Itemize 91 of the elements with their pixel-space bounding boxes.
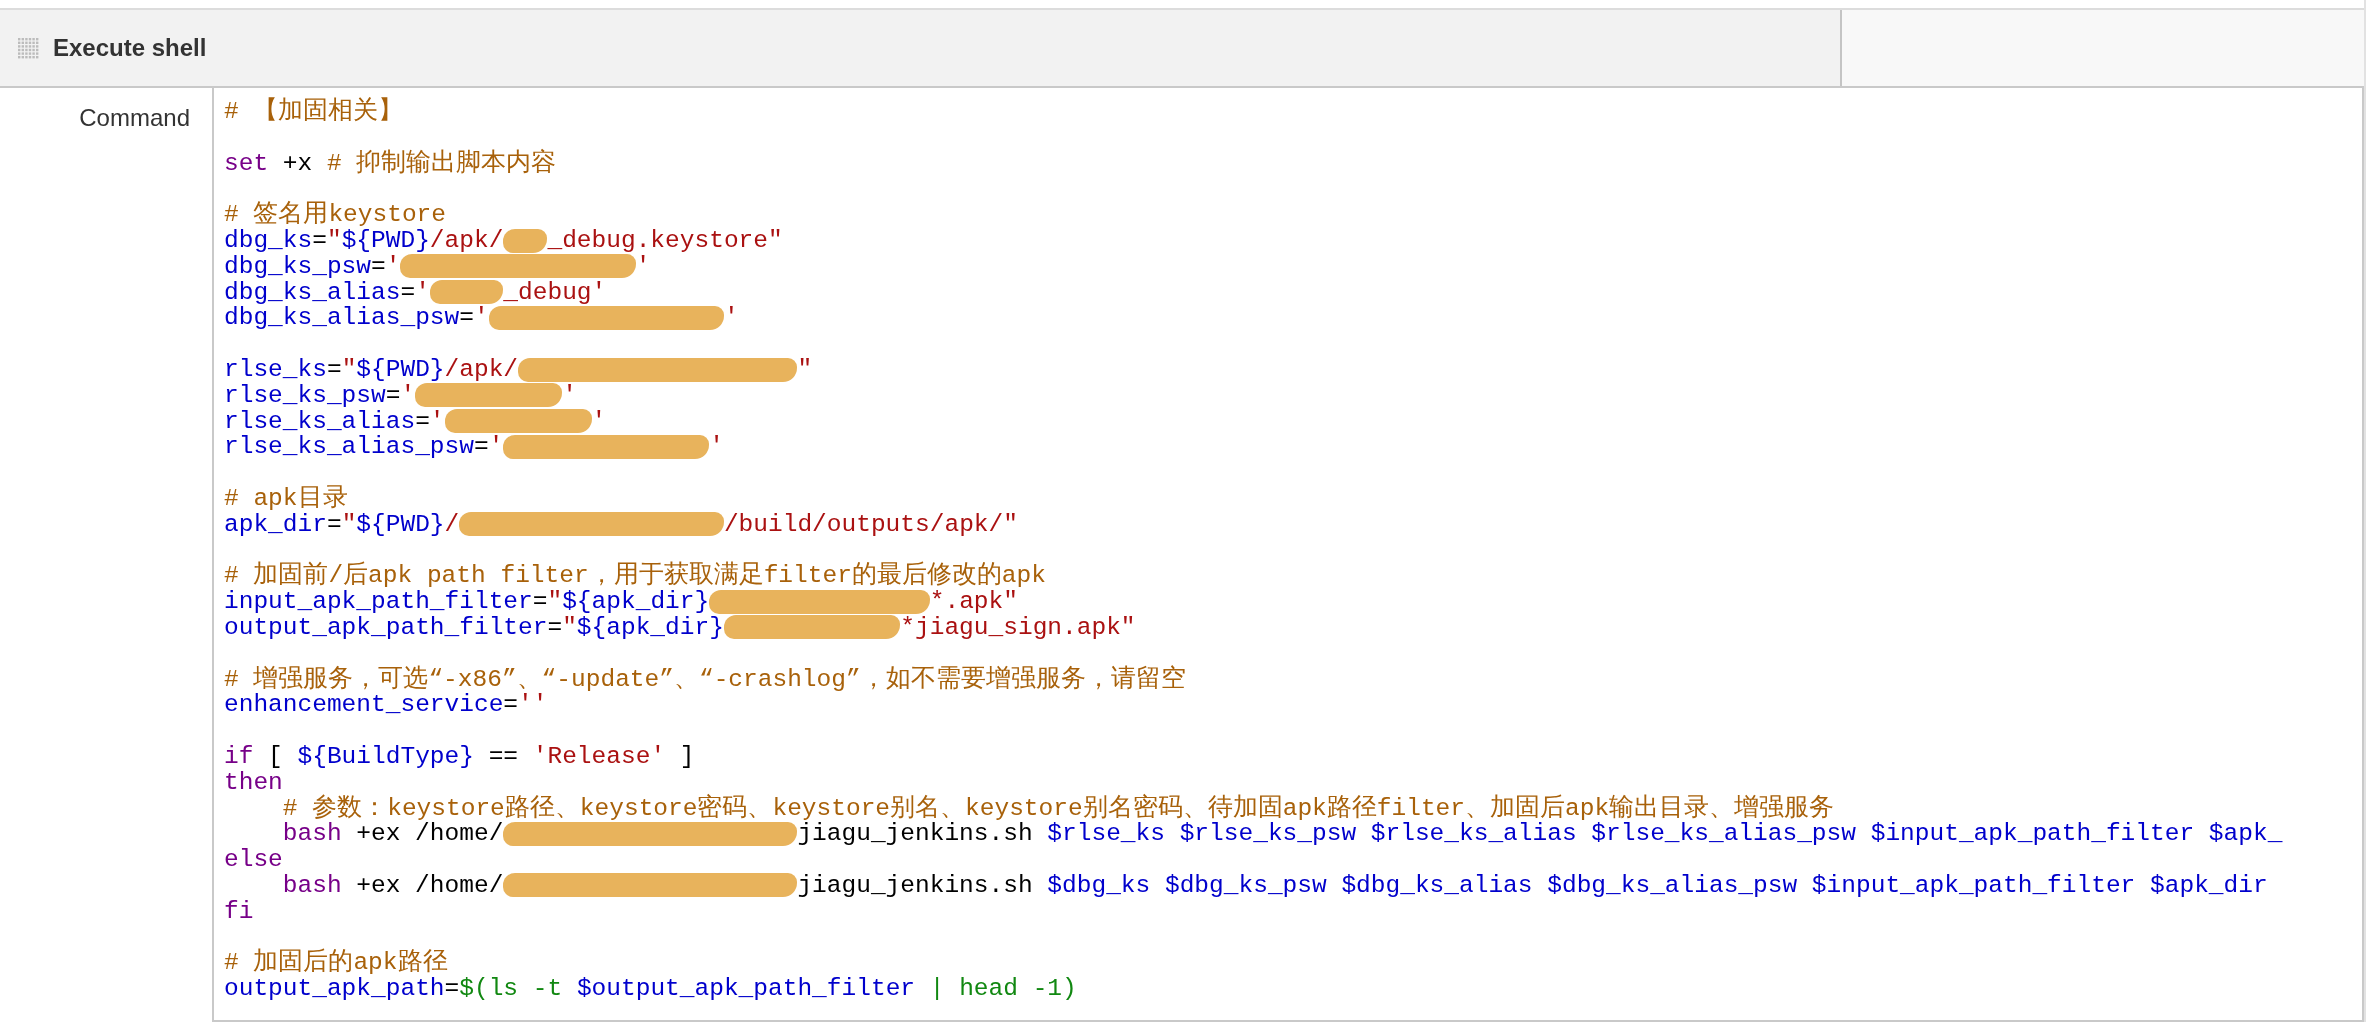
code-text: " <box>326 227 342 254</box>
code-text: 'Release' <box>532 742 666 770</box>
code-text: / <box>444 510 460 538</box>
code-text: $output_apk_path_filter <box>576 975 916 1003</box>
code-text: +x <box>281 149 314 177</box>
code-text: output_apk_path_filter <box>224 613 548 641</box>
code-text: dbg_ks <box>224 227 313 254</box>
command-field[interactable] <box>212 88 2364 1022</box>
code-text: " <box>797 355 813 383</box>
code-text: else <box>224 846 283 874</box>
code-text: " <box>341 510 357 538</box>
code-text: ' <box>415 278 430 306</box>
code-text: ' <box>562 381 577 409</box>
code-text: output_apk_path <box>224 975 445 1003</box>
code-text: ${apk_dir} <box>562 588 710 616</box>
code-text: ' <box>385 252 401 280</box>
code-text: # 加固前/后apk path filter，用于获取满足filter的最后修改的apk <box>224 562 1046 590</box>
code-text: rlse_ks_alias_psw <box>224 433 474 461</box>
code-text: ${BuildType} <box>297 742 474 770</box>
code-text: # 参数：keystore路径、keystore密码、keystore别名、keystore别名密码、待加固apk路径filter、加固后apk输出目录、增强服务 <box>282 794 1835 822</box>
code-text: +ex /home/ <box>355 871 504 899</box>
code-text: input_apk_path_filter <box>224 588 533 616</box>
code-text: # 加固后的apk路径 <box>224 949 448 977</box>
field-label: Command <box>78 103 191 132</box>
code-text: ] <box>678 742 695 770</box>
code-text: +ex /home/ <box>355 820 504 848</box>
code-text: if <box>224 742 254 770</box>
code-text: then <box>224 768 283 796</box>
code-text: # 【加固相关】 <box>224 98 404 125</box>
drag-handle-icon[interactable] <box>18 37 39 59</box>
code-text: dbg_ks_psw <box>224 252 372 280</box>
code-text: = <box>473 433 489 461</box>
code-text: = <box>371 252 386 280</box>
code-text: # 增强服务，可选“-x86”、“-update”、“-crashlog”，如不需要增强服务，请留空 <box>224 665 1186 693</box>
code-text: == <box>487 742 520 770</box>
code-text: $rlse_ks $rlse_ks_psw $rlse_ks_alias $rlse_ks_alias_psw $input_apk_path_filter $apk_ <box>1047 820 2283 848</box>
code-text: # 签名用keystore <box>224 201 447 229</box>
code-text: = <box>400 278 416 306</box>
code-text: *.apk" <box>929 588 1018 616</box>
code-text: ' <box>473 304 489 332</box>
code-text: ${apk_dir} <box>576 613 724 641</box>
code-text: = <box>459 304 474 332</box>
code-text: = <box>326 510 342 538</box>
code-text: bash <box>282 820 342 848</box>
code-text: ' <box>488 433 504 461</box>
code-text: /apk/ <box>429 227 504 254</box>
code-text: ' <box>723 304 739 332</box>
code-text: apk_dir <box>224 510 327 538</box>
code-text: ${PWD} <box>341 227 430 254</box>
code-text: " <box>547 588 563 616</box>
code-text: = <box>532 588 548 616</box>
code-text: = <box>547 613 563 641</box>
code-text: enhancement_service <box>224 691 504 719</box>
code-text: " <box>341 355 357 383</box>
code-text: | head -1) <box>928 975 1077 1003</box>
code-text: $dbg_ks $dbg_ks_psw $dbg_ks_alias $dbg_ks_alias_psw $input_apk_path_filter $apk_dir <box>1047 871 2268 899</box>
code-text: = <box>385 381 401 409</box>
code-text: = <box>312 227 327 254</box>
code-text: *jiagu_sign.apk" <box>900 613 1136 641</box>
code-text: = <box>326 355 342 383</box>
code-text: /build/outputs/apk/" <box>723 510 1018 538</box>
code-text: [ <box>267 742 284 770</box>
code-text: ' <box>591 407 607 435</box>
code-text: fi <box>224 897 254 925</box>
code-text: '' <box>518 691 548 719</box>
code-text: rlse_ks <box>224 355 327 383</box>
code-text: ' <box>635 252 651 280</box>
code-text: bash <box>282 871 342 899</box>
code-text: ' <box>429 407 445 435</box>
code-text: = <box>415 407 430 435</box>
code-text: ' <box>400 381 416 409</box>
code-text: = <box>444 975 460 1003</box>
code-text: dbg_ks_alias <box>224 278 401 306</box>
code-text: jiagu_jenkins.sh <box>797 871 1034 899</box>
code-text: _debug' <box>503 278 607 306</box>
code-text: rlse_ks_psw <box>224 381 386 409</box>
code-text: /apk/ <box>444 355 519 383</box>
code-text: # 抑制输出脚本内容 <box>326 149 557 177</box>
code-text: ${PWD} <box>356 355 445 383</box>
code-text: $(ls -t <box>459 975 564 1003</box>
code-text: dbg_ks_alias_psw <box>224 304 460 332</box>
code-text: ' <box>709 433 724 461</box>
section-title: Execute shell <box>53 34 207 62</box>
code-text: set <box>224 149 269 177</box>
code-text: jiagu_jenkins.sh <box>797 820 1034 848</box>
code-text: = <box>503 691 519 719</box>
code-text: " <box>562 613 577 641</box>
code-text: ${PWD} <box>356 510 445 538</box>
code-text: rlse_ks_alias <box>224 407 416 435</box>
code-text: # apk目录 <box>224 484 348 512</box>
code-text: _debug.keystore" <box>547 227 783 254</box>
